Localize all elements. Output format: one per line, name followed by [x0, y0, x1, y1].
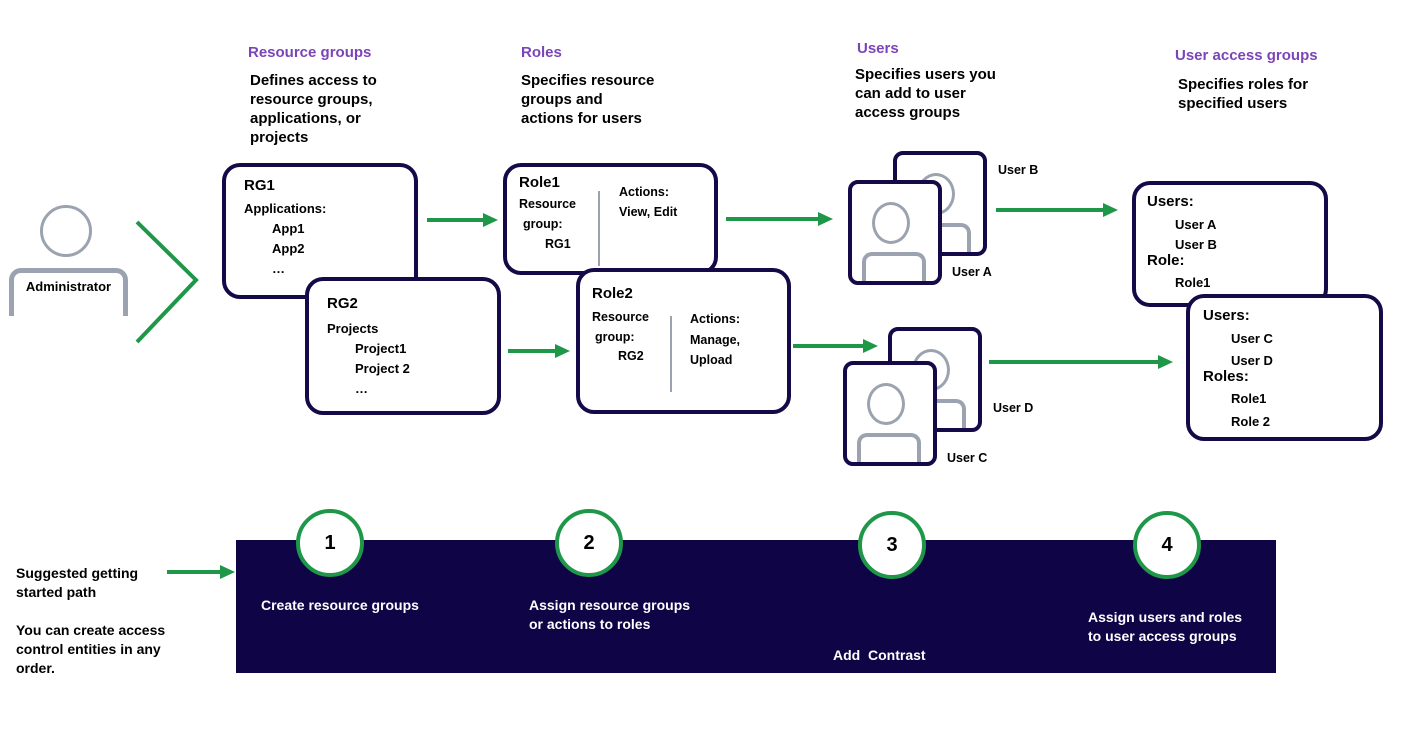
step-2-text: Assign resource groups or actions to rol… — [529, 596, 690, 634]
step-3-text: Add Contrast users — [833, 608, 926, 741]
step-2-badge: 2 — [555, 509, 623, 577]
chevron-right-icon — [135, 220, 199, 344]
step-1-badge: 1 — [296, 509, 364, 577]
step-4-badge: 4 — [1133, 511, 1201, 579]
arrow-users-to-ag1 — [996, 203, 1118, 217]
path-label-line: started path — [16, 584, 97, 600]
path-note-line: order. — [16, 660, 55, 676]
arrow-path-to-steps — [167, 565, 235, 579]
path-note-line: control entities in any — [16, 641, 161, 657]
path-label-line: Suggested getting — [16, 565, 139, 581]
path-label: Suggested getting started path — [16, 564, 138, 602]
arrow-rg2-to-role2 — [508, 344, 570, 358]
step-1-text: Create resource groups — [261, 596, 419, 615]
arrow-rg1-to-role1 — [427, 213, 498, 227]
arrow-role1-to-users — [726, 212, 833, 226]
path-note: You can create access control entities i… — [16, 621, 165, 678]
step-text-line: or actions to roles — [529, 616, 651, 632]
step-text-line: to user access groups — [1088, 628, 1237, 644]
arrow-role2-to-users — [793, 339, 878, 353]
step-text-line: Create resource groups — [261, 597, 419, 613]
step-4-text: Assign users and roles to user access gr… — [1088, 608, 1242, 646]
arrow-users-to-ag2 — [989, 355, 1173, 369]
step-text-line: Add Contrast — [833, 647, 926, 663]
step-text-line: users — [833, 704, 871, 720]
step-text-line: Assign resource groups — [529, 597, 691, 613]
path-note-line: You can create access — [16, 622, 166, 638]
step-3-badge: 3 — [858, 511, 926, 579]
step-text-line: Assign users and roles — [1088, 609, 1243, 625]
